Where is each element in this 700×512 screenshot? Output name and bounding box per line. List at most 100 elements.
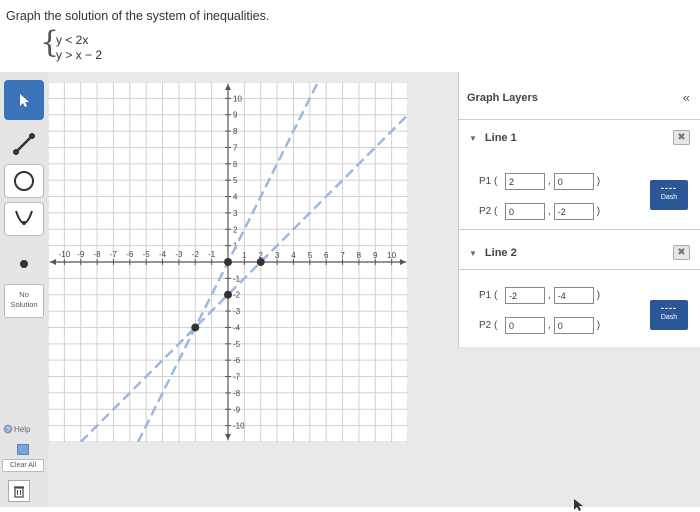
x-tick-label: -1: [208, 250, 216, 259]
line-segment-icon: [13, 133, 35, 155]
line-1-p2-x-input[interactable]: [505, 203, 545, 220]
y-tick-label: 8: [233, 127, 238, 136]
caret-down-icon: ▼: [469, 133, 477, 143]
y-tick-label: -6: [233, 356, 241, 365]
parabola-tool[interactable]: [4, 202, 44, 236]
help-icon: ?: [3, 424, 13, 434]
x-tick-label: 3: [275, 251, 280, 260]
close-paren: ): [596, 320, 601, 331]
x-tick-label: 10: [387, 251, 396, 260]
delete-line-2-icon[interactable]: ✖: [673, 245, 690, 260]
x-tick-label: -4: [159, 250, 167, 259]
help-label: Help: [14, 424, 31, 434]
line-2-p2-row: P2 ( , ): [479, 317, 600, 334]
comma: ,: [548, 206, 551, 217]
caret-down-icon: ▼: [469, 248, 477, 258]
point-tool[interactable]: [4, 244, 44, 284]
y-tick-label: 10: [233, 94, 242, 103]
no-solution-button[interactable]: No Solution: [4, 284, 44, 318]
p2-label: P2 (: [479, 206, 498, 217]
clear-all-label: Clear All: [2, 459, 44, 472]
y-tick-label: -4: [233, 323, 241, 332]
line-2-p1-x-input[interactable]: [505, 287, 545, 304]
divider: [459, 119, 700, 120]
comma: ,: [548, 320, 551, 331]
circle-tool[interactable]: [4, 164, 44, 198]
line-2-p2-x-input[interactable]: [505, 317, 545, 334]
no-solution-label-1: No: [19, 290, 29, 299]
y-tick-label: -10: [233, 422, 245, 431]
line-2-p1-row: P1 ( , ): [479, 287, 600, 304]
y-tick-label: 2: [233, 225, 238, 234]
x-tick-label: 8: [357, 251, 362, 260]
line-2-label: Line 2: [484, 247, 517, 259]
trash-icon[interactable]: [8, 480, 30, 502]
x-tick-label: 9: [373, 251, 378, 260]
y-tick-label: 5: [233, 176, 238, 185]
panel-title: Graph Layers: [467, 92, 538, 104]
line-1-p1-y-input[interactable]: [553, 173, 594, 190]
x-tick-label: 4: [291, 251, 296, 260]
y-tick-label: -2: [233, 291, 241, 300]
line-point: [224, 258, 232, 266]
y-tick-label: -9: [233, 405, 241, 414]
p1-label: P1 (: [479, 290, 498, 301]
close-paren: ): [596, 206, 601, 217]
line-2-p2-y-input[interactable]: [553, 317, 594, 334]
line-1-style-dash-button[interactable]: ---- Dash: [650, 180, 688, 210]
line-2-header[interactable]: ▼ Line 2: [469, 247, 517, 259]
line-point: [224, 290, 232, 299]
comma: ,: [548, 290, 551, 301]
line-1-label: Line 1: [484, 132, 517, 144]
line-point: [191, 323, 200, 332]
line-point: [256, 258, 265, 266]
collapse-panel-icon[interactable]: «: [683, 90, 690, 105]
x-tick-label: 7: [340, 251, 345, 260]
arrow-cursor-icon: [20, 94, 29, 107]
help-button[interactable]: ? Help: [3, 424, 30, 434]
parabola-icon: [15, 210, 33, 225]
x-tick-label: 5: [308, 251, 313, 260]
x-tick-label: -3: [175, 250, 183, 259]
y-tick-label: -3: [233, 307, 241, 316]
line-2-p1-y-input[interactable]: [553, 287, 594, 304]
y-tick-label: 3: [233, 209, 238, 218]
y-tick-label: 9: [233, 111, 238, 120]
x-tick-label: 6: [324, 251, 329, 260]
no-solution-label-2: Solution: [10, 300, 38, 309]
x-tick-label: -7: [110, 250, 118, 259]
delete-line-1-icon[interactable]: ✖: [673, 130, 690, 145]
arrow-select-tool[interactable]: [4, 80, 44, 120]
line-1-header[interactable]: ▼ Line 1: [469, 132, 517, 144]
circle-icon: [14, 171, 34, 191]
line-2-style-dash-button[interactable]: ---- Dash: [650, 300, 688, 330]
dash-label: Dash: [660, 314, 678, 321]
y-tick-label: -7: [233, 373, 241, 382]
divider: [459, 229, 700, 230]
coordinate-plane[interactable]: -10 -9 -8 -7 -6 -5 -4 -3 -2 -1 1 2 3 4 5 6 7 8 9 10 10 9 8 7 6 5 4…: [48, 82, 408, 442]
line-1-p2-y-input[interactable]: [553, 203, 594, 220]
close-paren: ): [596, 176, 601, 187]
question-prompt: Graph the solution of the system of ineq…: [6, 9, 270, 23]
p2-label: P2 (: [479, 320, 498, 331]
mouse-cursor-icon: [574, 499, 583, 511]
close-paren: ): [596, 290, 601, 301]
x-tick-label: -9: [77, 250, 85, 259]
graph-layers-panel: Graph Layers « ▼ Line 1 ✖ P1 ( , ) P2 ( …: [458, 72, 700, 347]
dash-style-icon: ----: [661, 303, 677, 313]
svg-text:?: ?: [6, 427, 10, 434]
dash-label: Dash: [660, 194, 678, 201]
tool-palette: No Solution ? Help Clear All: [0, 72, 48, 507]
line-1-p1-x-input[interactable]: [505, 173, 545, 190]
x-tick-label: -5: [143, 250, 151, 259]
line-tool[interactable]: [4, 124, 44, 164]
inequality-2: y > x − 2: [56, 48, 103, 62]
x-tick-label: 1: [242, 251, 247, 260]
eraser-icon: [17, 444, 29, 455]
y-tick-label: 6: [233, 160, 238, 169]
clear-all-button[interactable]: Clear All: [2, 444, 44, 476]
line-1-p2-row: P2 ( , ): [479, 203, 600, 220]
p1-text: P1: [479, 176, 492, 187]
p1-label: P1 (: [479, 176, 498, 187]
line-1-p1-row: P1 ( , ): [479, 173, 600, 190]
